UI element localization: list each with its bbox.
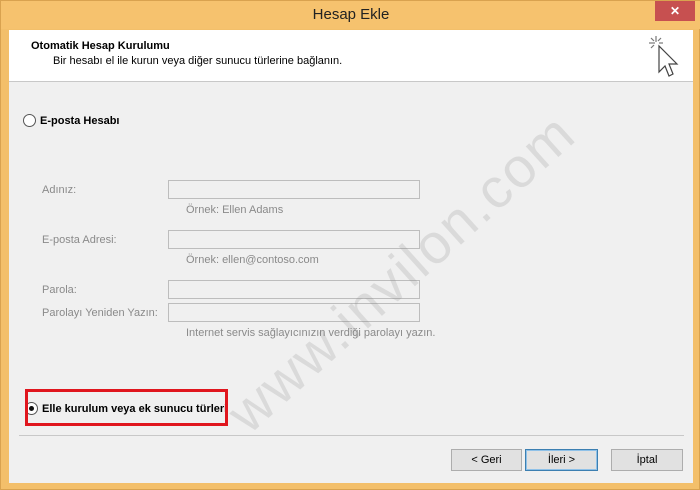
watermark: www.invilon.com: [214, 100, 587, 445]
close-button[interactable]: ✕: [655, 1, 695, 21]
window-title: Hesap Ekle: [312, 6, 390, 23]
dialog-body: Otomatik Hesap Kurulumu Bir hesabı el il…: [9, 30, 693, 483]
password-label: Parola:: [42, 284, 77, 296]
back-button[interactable]: < Geri: [451, 449, 522, 471]
email-account-label: E-posta Hesabı: [40, 114, 120, 127]
next-button[interactable]: İleri >: [525, 449, 598, 471]
header-subtitle: Bir hesabı el ile kurun veya diğer sunuc…: [53, 55, 343, 67]
name-field[interactable]: [168, 180, 420, 199]
password-hint: Internet servis sağlayıcınızın verdiği p…: [186, 327, 436, 339]
title-bar[interactable]: Hesap Ekle ✕: [1, 1, 700, 29]
highlight-box: [25, 389, 228, 426]
header-title: Otomatik Hesap Kurulumu: [31, 40, 170, 52]
email-address-hint: Örnek: ellen@contoso.com: [186, 254, 319, 266]
password-repeat-field[interactable]: [168, 303, 420, 322]
password-field[interactable]: [168, 280, 420, 299]
name-label: Adınız:: [42, 184, 77, 196]
wizard-cursor-icon: [649, 36, 679, 77]
cancel-button[interactable]: İptal: [611, 449, 683, 471]
footer-divider: [19, 435, 684, 436]
email-account-option[interactable]: E-posta Hesabı: [23, 114, 119, 127]
add-account-window: Hesap Ekle ✕ Otomatik Hesap Kurulumu Bir…: [0, 0, 700, 490]
name-hint: Örnek: Ellen Adams: [186, 204, 284, 216]
email-address-label: E-posta Adresi:: [42, 234, 117, 246]
password-repeat-label: Parolayı Yeniden Yazın:: [42, 307, 158, 319]
email-address-field[interactable]: [168, 230, 420, 249]
email-account-radio[interactable]: [23, 114, 36, 127]
dialog-header: Otomatik Hesap Kurulumu Bir hesabı el il…: [9, 30, 693, 82]
